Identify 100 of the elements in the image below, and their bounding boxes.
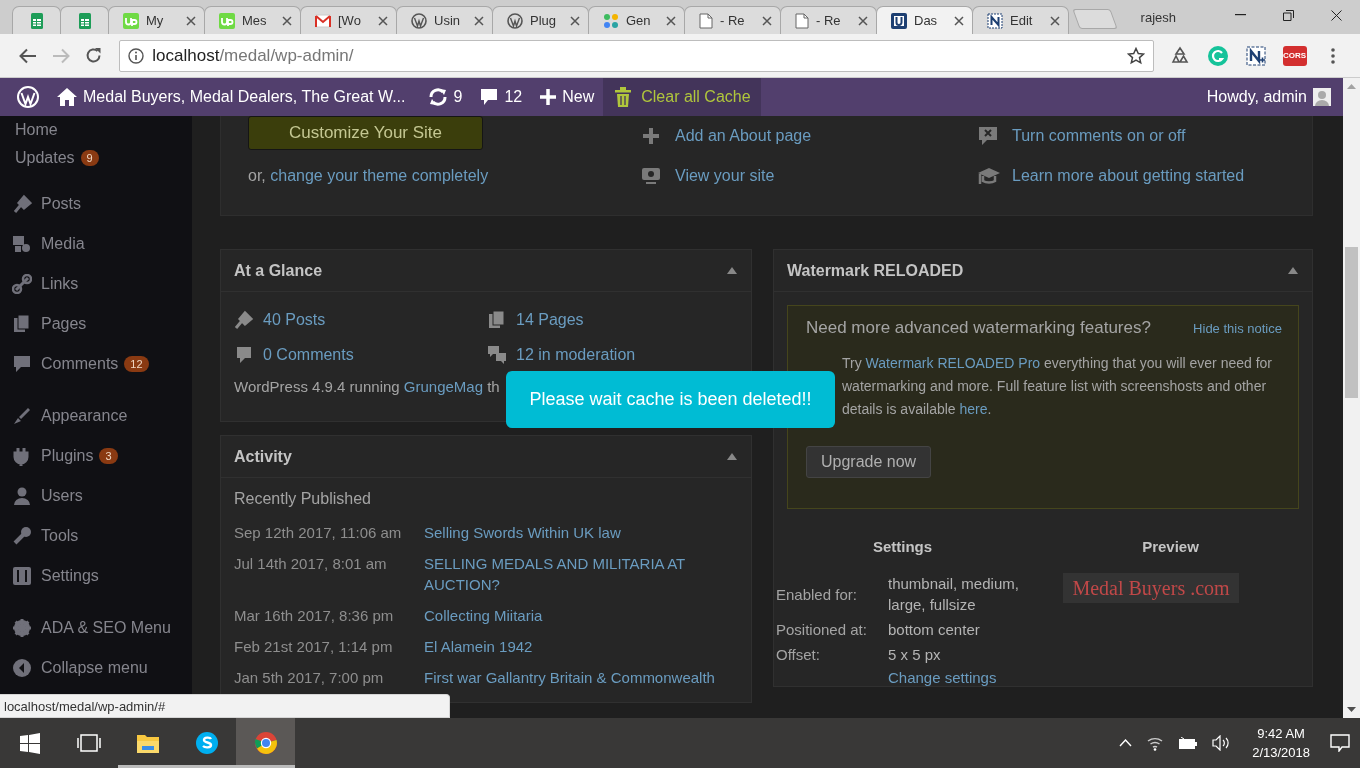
close-icon[interactable] (378, 15, 388, 26)
minimize-icon[interactable] (1234, 14, 1246, 16)
hide-notice-link[interactable]: Hide this notice (1193, 320, 1282, 336)
profile-name[interactable]: rajesh (1140, 9, 1176, 25)
menu-item[interactable]: Appearance (0, 396, 192, 436)
menu-item[interactable]: Comments 12 (0, 344, 192, 384)
post-date: Sep 12th 2017, 11:06 am (234, 523, 403, 543)
site-name-link[interactable]: Medal Buyers, Medal Dealers, The Great W... (48, 78, 415, 116)
cors-extension-icon[interactable]: CORS (1282, 45, 1307, 66)
bookmark-star-icon[interactable] (1127, 46, 1146, 65)
browser-tab[interactable]: Das (876, 6, 973, 34)
browser-tab[interactable] (12, 6, 61, 34)
browser-tab[interactable]: My (108, 6, 205, 34)
menu-item[interactable]: Plugins 3 (0, 436, 192, 476)
new-content-link[interactable]: New (531, 78, 604, 116)
count-link[interactable]: 14 Pages (516, 310, 584, 329)
cache-toast: Please wait cache is been deleted!! (506, 371, 835, 428)
menu-item[interactable]: Media (0, 224, 192, 264)
menu-item[interactable]: Users (0, 476, 192, 516)
theme-link[interactable]: change your theme completely (270, 167, 489, 184)
welcome-link[interactable]: View your site (675, 167, 775, 185)
upgrade-button[interactable]: Upgrade now (806, 446, 932, 478)
menu-item[interactable]: Home (0, 116, 192, 144)
close-icon[interactable] (474, 15, 484, 26)
scrollbar-thumb[interactable] (1345, 247, 1358, 398)
close-icon[interactable] (666, 15, 676, 26)
setting-value: bottom center (888, 620, 981, 640)
close-icon[interactable] (282, 15, 292, 26)
page-icon (795, 12, 809, 29)
menu-item[interactable]: Pages (0, 304, 192, 344)
n-square-icon[interactable] (1246, 45, 1267, 66)
close-icon[interactable] (762, 15, 772, 26)
toggle-arrow-icon[interactable] (727, 453, 737, 460)
close-icon[interactable] (954, 15, 964, 26)
comments-link[interactable]: 12 (471, 78, 532, 116)
screen-icon (641, 166, 663, 186)
address-field[interactable]: localhost/medal/wp-admin/ (119, 39, 1155, 72)
menu-item[interactable]: Updates 9 (0, 144, 192, 172)
menu-icon[interactable] (1330, 47, 1335, 64)
back-icon[interactable] (19, 47, 38, 64)
page-icon (699, 12, 713, 29)
battery-icon[interactable] (1178, 736, 1199, 750)
close-icon[interactable] (570, 15, 580, 26)
menu-item[interactable]: Settings (0, 556, 192, 596)
theme-link[interactable]: GrungeMag (403, 378, 484, 395)
menu-item[interactable]: ADA & SEO Menu (0, 608, 192, 648)
post-link[interactable]: First war Gallantry Britain & Commonwealth (424, 667, 738, 688)
count-link[interactable]: 40 Posts (263, 310, 326, 329)
browser-tab[interactable]: [Wo (300, 6, 397, 34)
account-link[interactable]: Howdy, admin (1197, 78, 1343, 116)
wifi-icon[interactable] (1146, 735, 1165, 751)
post-date: Jul 14th 2017, 8:01 am (234, 554, 388, 574)
updates-link[interactable]: 9 (418, 78, 472, 116)
toggle-arrow-icon[interactable] (727, 267, 737, 274)
logo-icon (411, 12, 427, 29)
menu-item[interactable]: Posts (0, 184, 192, 224)
reload-icon[interactable] (84, 47, 102, 64)
info-icon[interactable] (128, 47, 145, 64)
close-icon[interactable] (186, 15, 196, 26)
browser-tab[interactable]: Mes (204, 6, 301, 34)
chat-app-icon (194, 731, 219, 755)
menu-item[interactable]: Links (0, 264, 192, 304)
browser-tab[interactable]: - Re (684, 6, 781, 34)
post-link[interactable]: El Alamein 1942 (424, 636, 738, 657)
pro-link[interactable]: Watermark RELOADED Pro (865, 355, 1041, 371)
welcome-link[interactable]: Add an About page (675, 127, 812, 145)
notification-icon[interactable] (1330, 734, 1350, 752)
here-link[interactable]: here (959, 401, 988, 417)
browser-tab[interactable]: Usin (396, 6, 493, 34)
clear-cache-button[interactable]: Clear all Cache (603, 78, 761, 116)
close-icon[interactable] (858, 15, 868, 26)
post-link[interactable]: SELLING MEDALS AND MILITARIA AT AUCTION? (424, 553, 738, 595)
browser-tab[interactable]: Plug (492, 6, 589, 34)
plus-icon (540, 89, 557, 105)
browser-tab[interactable]: Gen (588, 6, 685, 34)
count-link[interactable]: 0 Comments (263, 345, 354, 364)
post-date: Jan 5th 2017, 7:00 pm (234, 668, 385, 688)
scroll-down-icon[interactable] (1347, 707, 1356, 712)
change-settings-link[interactable]: Change settings (888, 669, 1028, 686)
close-icon[interactable] (1050, 15, 1060, 26)
clock-time[interactable]: 9:42 AM (1257, 726, 1305, 741)
browser-tab[interactable]: - Re (780, 6, 877, 34)
windows-icon (17, 731, 42, 755)
post-link[interactable]: Selling Swords Within UK law (424, 522, 738, 543)
welcome-link[interactable]: Learn more about getting started (1012, 167, 1245, 185)
recycle-icon[interactable] (1169, 45, 1190, 66)
browser-tab[interactable] (60, 6, 109, 34)
menu-item[interactable]: Tools (0, 516, 192, 556)
post-link[interactable]: Collecting Miitaria (424, 605, 738, 626)
toggle-arrow-icon[interactable] (1288, 267, 1298, 274)
close-icon[interactable] (1330, 9, 1342, 21)
restore-icon[interactable] (1282, 9, 1294, 21)
menu-item[interactable]: Collapse menu (0, 648, 192, 688)
customize-button[interactable]: Customize Your Site (248, 116, 483, 150)
chevron-up-icon[interactable] (1119, 739, 1133, 747)
count-link[interactable]: 12 in moderation (516, 345, 636, 364)
clock-date[interactable]: 2/13/2018 (1252, 745, 1310, 760)
browser-tab[interactable]: Edit (972, 6, 1069, 34)
column-heading: Preview (1141, 538, 1200, 555)
welcome-link[interactable]: Turn comments on or off (1012, 127, 1186, 145)
